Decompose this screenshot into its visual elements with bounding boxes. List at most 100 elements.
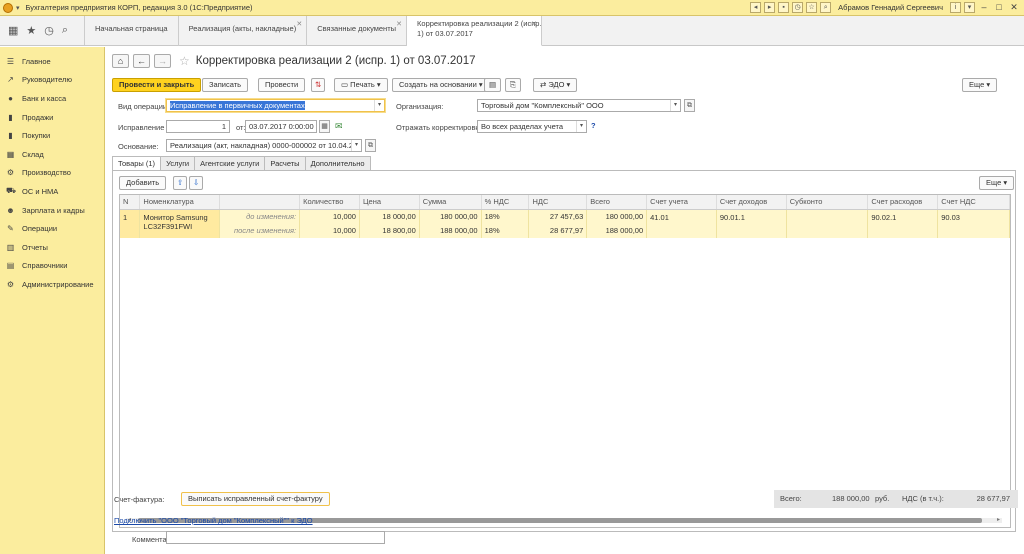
after-sum[interactable]: 188 000,00 (419, 223, 482, 238)
close-window-button[interactable]: ✕ (1008, 2, 1020, 14)
col-subconto[interactable]: Субконто (786, 195, 869, 210)
tab-goods[interactable]: Товары (1) (112, 156, 162, 170)
bell-icon[interactable]: ▪ (778, 2, 790, 13)
tab-agent-services[interactable]: Агентские услуги (194, 156, 266, 170)
help-icon[interactable]: ? (591, 121, 596, 130)
post-and-close-button[interactable]: Провести и закрыть (112, 78, 202, 92)
close-tab-icon[interactable]: ✕ (396, 20, 402, 28)
dt-kt-button[interactable]: ⇅ (311, 78, 326, 92)
col-expense-account[interactable]: Счет расходов (867, 195, 939, 210)
apps-grid-icon[interactable]: ▦ (8, 24, 18, 37)
edo-button[interactable]: ⇄ ЭДО ▾ (533, 78, 578, 92)
settings-menu-icon[interactable]: ▾ (964, 2, 975, 13)
tab-correction[interactable]: Корректировка реализации 2 (испр. 1) от … (407, 16, 543, 46)
col-sum[interactable]: Сумма (419, 195, 482, 210)
history-icon[interactable]: ◷ (792, 2, 804, 13)
sidebar-item-bank[interactable]: ● Банк и касса (0, 89, 104, 108)
issue-invoice-button[interactable]: Выписать исправленный счет-фактуру (181, 492, 330, 506)
organization-select[interactable]: Торговый дом "Комплексный" ООО ▾ (477, 99, 681, 112)
col-quantity[interactable]: Количество (299, 195, 360, 210)
row-expense-account[interactable]: 90.02.1 (867, 209, 939, 238)
main-menu-arrow-icon[interactable]: ▾ (16, 4, 20, 12)
col-vat[interactable]: НДС (528, 195, 588, 210)
after-vat[interactable]: 28 677,97 (528, 223, 588, 238)
table-row[interactable]: 1 Монитор Samsung LC32F391FWI до изменен… (120, 209, 1010, 238)
move-down-icon[interactable]: ⇩ (189, 176, 204, 190)
info-icon[interactable]: i (950, 2, 961, 13)
row-subconto[interactable] (786, 209, 869, 238)
after-qty[interactable]: 10,000 (299, 223, 360, 238)
comment-input[interactable] (166, 531, 385, 544)
sidebar-item-warehouse[interactable]: ▦ Склад (0, 145, 104, 164)
maximize-button[interactable]: □ (993, 2, 1005, 14)
col-total[interactable]: Всего (586, 195, 648, 210)
close-tab-icon[interactable]: ✕ (296, 20, 302, 28)
forward-button[interactable]: → (154, 54, 171, 68)
favorites-star-icon[interactable]: ★ (26, 24, 36, 37)
app-logo-icon[interactable] (3, 2, 13, 13)
chevron-down-icon[interactable]: ▾ (576, 121, 586, 132)
report-icon[interactable]: ▤ (484, 78, 502, 92)
sidebar-item-assets[interactable]: ⛟ ОС и НМА (0, 182, 104, 201)
open-organization-icon[interactable]: ⧉ (684, 99, 695, 112)
forward-nav-icon[interactable]: ▸ (764, 2, 776, 13)
calendar-icon[interactable]: ▦ (319, 120, 330, 133)
scroll-right-icon[interactable]: ▸ (997, 516, 1000, 523)
home-button[interactable]: ⌂ (112, 54, 129, 68)
col-nomenclature[interactable]: Номенклатура (139, 195, 221, 210)
edit-comment-icon[interactable]: ✉ (335, 121, 343, 132)
col-vat-account[interactable]: Счет НДС (937, 195, 1010, 210)
sidebar-item-operations[interactable]: ✎ Операции (0, 219, 104, 238)
move-up-icon[interactable]: ⇧ (173, 176, 188, 190)
after-price[interactable]: 18 800,00 (359, 223, 420, 238)
basis-input[interactable]: Реализация (акт, накладная) 0000-000002 … (166, 139, 362, 152)
search-icon[interactable]: ⌕ (820, 2, 832, 13)
attachment-icon[interactable]: ⎘ (505, 78, 521, 92)
tab-sales[interactable]: Реализация (акты, накладные) ✕ (179, 16, 308, 46)
row-vat-account[interactable]: 90.03 (937, 209, 1010, 238)
back-button[interactable]: ← (133, 54, 150, 68)
sidebar-item-salary[interactable]: ☻ Зарплата и кадры (0, 201, 104, 220)
more-button[interactable]: Еще ▾ (962, 78, 998, 92)
chevron-down-icon[interactable]: ▾ (670, 100, 680, 111)
history-clock-icon[interactable]: ◷ (44, 24, 54, 37)
goods-table[interactable]: N Номенклатура Количество Цена Сумма % Н… (119, 194, 1011, 528)
open-basis-icon[interactable]: ⧉ (365, 139, 376, 152)
fix-date-input[interactable]: 03.07.2017 0:00:00 (245, 120, 317, 133)
save-button[interactable]: Записать (202, 78, 249, 92)
sidebar-item-purchases[interactable]: ▮ Покупки (0, 126, 104, 145)
fix-number-input[interactable]: 1 (166, 120, 230, 133)
favorite-star-icon[interactable]: ☆ (179, 54, 190, 68)
row-account[interactable]: 41.01 (646, 209, 717, 238)
sidebar-item-admin[interactable]: ⚙ Администрирование (0, 275, 104, 294)
sidebar-item-catalogs[interactable]: ▤ Справочники (0, 257, 104, 276)
search-icon[interactable]: ⌕ (62, 24, 68, 37)
sidebar-item-manager[interactable]: ↗ Руководителю (0, 71, 104, 90)
tab-related-docs[interactable]: Связанные документы ✕ (307, 16, 408, 46)
post-button[interactable]: Провести (258, 78, 306, 92)
col-n[interactable]: N (120, 195, 141, 210)
col-vat-rate[interactable]: % НДС (481, 195, 530, 210)
sidebar-item-production[interactable]: ⚙ Производство (0, 164, 104, 183)
chevron-down-icon[interactable]: ▾ (351, 140, 361, 151)
star-icon[interactable]: ☆ (806, 2, 818, 13)
print-button[interactable]: ▭ Печать ▾ (334, 78, 388, 92)
add-row-button[interactable]: Добавить (119, 176, 167, 190)
after-total[interactable]: 188 000,00 (586, 223, 648, 238)
back-nav-icon[interactable]: ◂ (750, 2, 762, 13)
reflect-select[interactable]: Во всех разделах учета ▾ (477, 120, 587, 133)
table-more-button[interactable]: Еще ▾ (979, 176, 1015, 190)
col-price[interactable]: Цена (359, 195, 420, 210)
sidebar-item-main[interactable]: ☰ Главное (0, 52, 104, 71)
tab-services[interactable]: Услуги (160, 156, 196, 170)
close-tab-icon[interactable]: ✕ (531, 20, 537, 30)
tab-additional[interactable]: Дополнительно (304, 156, 371, 170)
col-income-account[interactable]: Счет доходов (716, 195, 787, 210)
tab-settlements[interactable]: Расчеты (264, 156, 306, 170)
after-vat-rate[interactable]: 18% (481, 223, 530, 238)
sidebar-item-sales[interactable]: ▮ Продажи (0, 108, 104, 127)
sidebar-item-reports[interactable]: ▥ Отчеты (0, 238, 104, 257)
connect-edo-link[interactable]: Подключить "ООО "Торговый дом "Комплексн… (114, 516, 313, 525)
chevron-down-icon[interactable]: ▾ (374, 100, 384, 111)
create-based-on-button[interactable]: Создать на основании ▾ (392, 78, 490, 92)
